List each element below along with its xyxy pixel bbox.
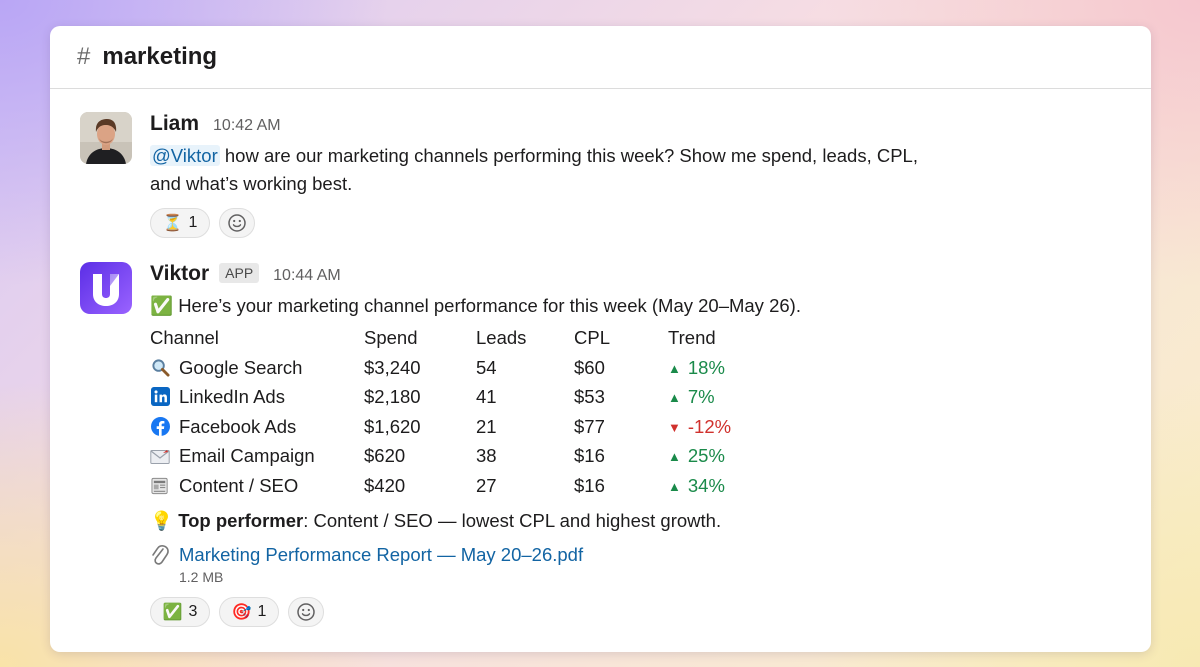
timestamp[interactable]: 10:44 AM: [273, 267, 341, 285]
message-text: @Viktor how are our marketing channels p…: [150, 142, 1120, 198]
message-meta: Liam 10:42 AM: [150, 112, 1120, 138]
leads-cell: 27: [476, 474, 497, 496]
message-text-line1: how are our marketing channels performin…: [219, 145, 918, 166]
table-row: LinkedIn Ads $2,180 41 $53 ▲ 7%: [150, 383, 788, 413]
column-header: Trend: [668, 327, 716, 348]
app-badge: APP: [219, 263, 260, 283]
lightbulb-icon: 💡: [150, 509, 174, 531]
check-icon: ✅: [162, 603, 183, 621]
facebook-icon: [150, 416, 170, 436]
tip-text: : Content / SEO — lowest CPL and highest…: [303, 509, 722, 531]
trend-cell: ▲ 34%: [668, 474, 725, 496]
trend-cell: ▲ 18%: [668, 356, 725, 378]
reaction-hourglass[interactable]: ⏳ 1: [150, 208, 210, 238]
tip-label: Top performer: [178, 509, 304, 531]
trend-down-icon: ▼: [668, 419, 681, 435]
chat-window: # marketing Liam 10:42 AM @Viktor how ar…: [50, 26, 1151, 652]
table-row: Google Search $3,240 54 $60 ▲ 18%: [150, 353, 788, 383]
trend-cell: ▲ 7%: [668, 386, 715, 408]
paperclip-icon: [150, 542, 172, 568]
envelope-icon: [150, 447, 170, 467]
add-reaction-button[interactable]: [219, 208, 255, 238]
spend-cell: $2,180: [364, 386, 421, 408]
message-body: Liam 10:42 AM @Viktor how are our market…: [150, 112, 1120, 238]
trend-cell: ▼ -12%: [668, 415, 732, 437]
hourglass-icon: ⏳: [162, 215, 183, 232]
column-header: CPL: [574, 327, 610, 348]
viktor-app-icon[interactable]: [80, 262, 132, 314]
trend-up-icon: ▲: [668, 390, 681, 406]
channel-header: # marketing: [50, 26, 1151, 89]
reaction-check[interactable]: ✅ 3: [150, 596, 210, 627]
trend-cell: ▲ 25%: [668, 445, 725, 467]
reaction-target[interactable]: 🎯 1: [219, 596, 279, 627]
timestamp[interactable]: 10:42 AM: [213, 117, 281, 135]
table-row: Content / SEO $420 27 $16 ▲ 34%: [150, 471, 788, 501]
table-header-row: Channel Spend Leads CPL Trend: [150, 323, 788, 353]
author-name[interactable]: Viktor: [150, 262, 209, 286]
add-reaction-button[interactable]: [288, 596, 324, 627]
file-attachment: Marketing Performance Report — May 20–26…: [150, 542, 1120, 568]
channel-cell: Google Search: [150, 353, 364, 383]
leads-cell: 21: [476, 415, 497, 437]
spend-cell: $620: [364, 445, 406, 467]
trend-up-icon: ▲: [668, 449, 681, 465]
cpl-cell: $16: [574, 474, 605, 496]
report-file-link[interactable]: Marketing Performance Report — May 20–26…: [179, 542, 583, 568]
trend-up-icon: ▲: [668, 360, 681, 376]
cpl-cell: $16: [574, 445, 605, 467]
message-text-line2: and what’s working best.: [150, 173, 353, 194]
cpl-cell: $60: [574, 356, 605, 378]
channel-hash-icon: #: [77, 43, 91, 70]
reaction-bar: ✅ 3 🎯 1: [150, 596, 1120, 627]
performance-table: Channel Spend Leads CPL Trend Google Sea…: [150, 323, 788, 501]
reaction-count: 3: [188, 602, 198, 620]
leads-cell: 41: [476, 386, 497, 408]
channel-cell: LinkedIn Ads: [150, 383, 364, 413]
cpl-cell: $77: [574, 415, 605, 437]
user-mention[interactable]: @Viktor: [150, 145, 220, 166]
leads-cell: 54: [476, 356, 497, 378]
reaction-bar: ⏳ 1: [150, 208, 1120, 238]
table-row: Facebook Ads $1,620 21 $77 ▼ -12%: [150, 412, 788, 442]
top-performer-note: 💡 Top performer: Content / SEO — lowest …: [150, 507, 1120, 535]
message-intro: ✅ Here’s your marketing channel performa…: [150, 292, 1120, 320]
column-header: Leads: [476, 327, 527, 348]
channel-cell: Email Campaign: [150, 442, 364, 472]
column-header: Channel: [150, 327, 219, 348]
avatar[interactable]: [80, 112, 132, 164]
intro-text: Here’s your marketing channel performanc…: [178, 295, 801, 316]
reaction-count: 1: [188, 214, 198, 231]
linkedin-icon: [150, 387, 170, 407]
channel-cell: Facebook Ads: [150, 412, 364, 442]
message-meta: Viktor APP 10:44 AM: [150, 262, 1120, 288]
newspaper-icon: [150, 476, 170, 496]
author-name[interactable]: Liam: [150, 112, 199, 136]
spend-cell: $1,620: [364, 415, 421, 437]
column-header: Spend: [364, 327, 418, 348]
cpl-cell: $53: [574, 386, 605, 408]
leads-cell: 38: [476, 445, 497, 467]
smiley-icon: [297, 602, 315, 621]
trend-up-icon: ▲: [668, 478, 681, 494]
message-body: Viktor APP 10:44 AM ✅ Here’s your market…: [150, 262, 1120, 627]
smiley-icon: [228, 214, 246, 232]
channel-name[interactable]: marketing: [102, 43, 217, 71]
file-size: 1.2 MB: [179, 568, 224, 585]
target-icon: 🎯: [231, 603, 252, 621]
channel-cell: Content / SEO: [150, 471, 364, 501]
spend-cell: $3,240: [364, 356, 421, 378]
reaction-count: 1: [257, 602, 267, 620]
search-icon: [150, 357, 170, 377]
check-icon: ✅: [150, 295, 174, 316]
table-row: Email Campaign $620 38 $16 ▲ 25%: [150, 442, 788, 472]
spend-cell: $420: [364, 474, 406, 496]
